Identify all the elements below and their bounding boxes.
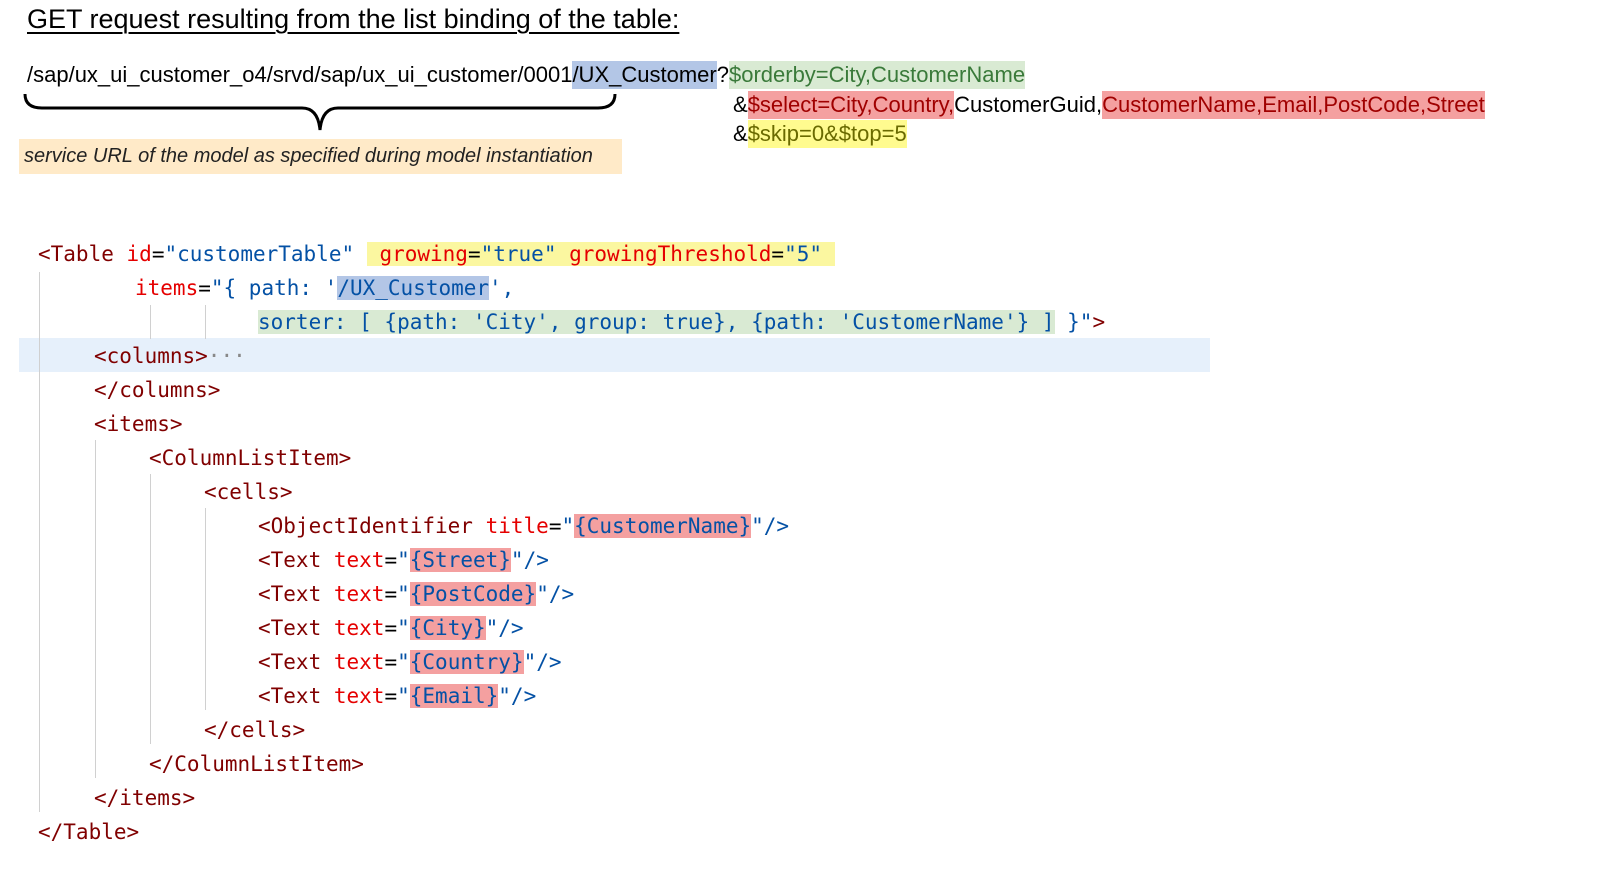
self-close: "/> [751,514,790,538]
tag-text: <Text [258,616,322,640]
value-growing: "true" [480,242,557,266]
url-qmark: ? [716,62,729,87]
attr-text: text [333,684,385,708]
tag-close-bracket: > [1092,310,1106,334]
code-line-columns-open[interactable]: <columns>··· [94,339,246,373]
url-entity: /UX_Customer [572,61,717,89]
url-select-highlight-2: CustomerName,Email,PostCode,Street [1102,91,1485,119]
attr-text: text [333,548,385,572]
tag-table: <Table [38,242,114,266]
tag-text: <Text [258,650,322,674]
code-line-table-open: <Table id="customerTable" growing="true"… [38,237,835,271]
page-heading: GET request resulting from the list bind… [27,4,680,34]
service-url-note: service URL of the model as specified du… [19,139,622,174]
tag-columns-open: <columns> [94,344,208,368]
code-line-items-attr: items="{ path: '/UX_Customer', [135,276,515,300]
self-close: "/> [536,582,575,606]
code-line-table-close: </Table> [38,815,139,849]
code-line-sorter: sorter: [ {path: 'City', group: true}, {… [258,305,1105,339]
tag-text: <Text [258,684,322,708]
request-url-line-2: &$select=City,Country,CustomerGuid,Custo… [733,90,1485,120]
code-line-cells-open: <cells> [204,475,293,509]
code-line-text-email: <Text text="{Email}"/> [258,684,537,708]
tag-table-close: </Table> [38,820,140,844]
code-line-text-street: <Text text="{Street}"/> [258,548,549,572]
value-id: "customerTable" [164,242,355,266]
self-close: "/> [523,650,562,674]
code-line-text-country: <Text text="{Country}"/> [258,650,562,674]
value-items-start: "{ path: ' [210,276,338,300]
tag-cells-close: </cells> [204,718,306,742]
items-path: /UX_Customer [337,276,490,300]
sorter-spec: sorter: [ {path: 'City', group: true}, {… [258,310,1055,334]
code-line-text-city: <Text text="{City}"/> [258,616,524,640]
self-close: "/> [485,616,524,640]
tag-text: <Text [258,548,322,572]
code-line-cells-close: </cells> [204,713,305,747]
binding-postcode: {PostCode} [409,582,537,606]
attr-id: id [126,242,152,266]
curly-brace-icon [23,93,617,131]
url-amp-2: & [733,121,748,146]
value-growing-threshold: "5" [784,242,823,266]
code-line-items-open: <items> [94,407,183,441]
tag-columnlistitem-close: </ColumnListItem> [149,752,364,776]
tag-text: <Text [258,582,322,606]
value-items-end: ', [489,276,515,300]
code-line-object-identifier: <ObjectIdentifier title="{CustomerName}"… [258,514,790,538]
binding-customername: {CustomerName} [574,514,752,538]
url-paging: $skip=0&$top=5 [747,120,907,148]
request-url-line-1: /sap/ux_ui_customer_o4/srvd/sap/ux_ui_cu… [27,60,1026,90]
growing-highlight: growing="true" growingThreshold="5" [366,242,835,266]
url-orderby: $orderby=City,CustomerName [728,61,1026,89]
binding-email: {Email} [409,684,499,708]
attr-items: items [135,276,199,300]
attr-text: text [333,582,385,606]
code-line-text-postcode: <Text text="{PostCode}"/> [258,582,575,606]
code-line-items-close: </items> [94,781,195,815]
attr-text: text [333,650,385,674]
url-amp-1: & [733,92,748,117]
fold-ellipsis-icon[interactable]: ··· [208,344,246,368]
tag-items-open: <items> [94,412,183,436]
code-line-cli-open: <ColumnListItem> [149,441,351,475]
self-close: "/> [498,684,537,708]
attr-growing: growing [379,242,468,266]
url-base: /sap/ux_ui_customer_o4/srvd/sap/ux_ui_cu… [27,62,573,87]
url-select-highlight: $select=City,Country, [747,91,955,119]
attr-title: title [485,514,549,538]
xml-view-code: <Table id="customerTable" growing="true"… [38,237,1578,857]
request-url-line-3: &$skip=0&$top=5 [733,119,907,149]
binding-city: {City} [409,616,486,640]
binding-street: {Street} [409,548,511,572]
binding-country: {Country} [409,650,524,674]
self-close: "/> [510,548,549,572]
url-select-plain: CustomerGuid, [954,92,1103,117]
tag-columnlistitem-open: <ColumnListItem> [149,446,352,470]
tag-objectidentifier: <ObjectIdentifier [258,514,473,538]
value-items-close: }" [1054,310,1093,334]
attr-growing-threshold: growingThreshold [569,242,772,266]
tag-items-close: </items> [94,786,196,810]
attr-text: text [333,616,385,640]
tag-cells-open: <cells> [204,480,293,504]
tag-columns-close: </columns> [94,378,221,402]
code-line-cli-close: </ColumnListItem> [149,747,364,781]
code-line-columns-close: </columns> [94,373,220,407]
